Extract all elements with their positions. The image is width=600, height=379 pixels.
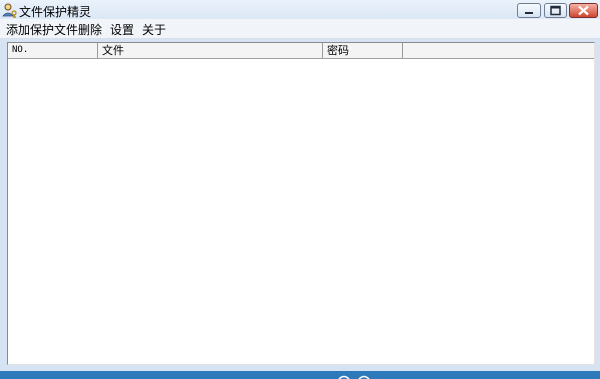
title-bar[interactable]: 文件保护精灵: [0, 0, 600, 20]
close-icon: [578, 5, 589, 16]
menu-bar: 添加保护文件 删除 设置 关于: [0, 19, 600, 39]
protected-files-list[interactable]: NO. 文件 密码: [7, 42, 595, 365]
minimize-icon: [525, 12, 533, 14]
column-header-file[interactable]: 文件: [98, 43, 323, 58]
minimize-button[interactable]: [517, 3, 541, 18]
app-window: 文件保护精灵 添加保护文件 删除 设置 关于 NO. 文件 密码: [0, 0, 600, 379]
close-button[interactable]: [569, 3, 598, 18]
taskbar-marks-icon: [338, 375, 370, 379]
window-title: 文件保护精灵: [19, 5, 92, 19]
maximize-button[interactable]: [544, 3, 567, 18]
menu-settings[interactable]: 设置: [110, 21, 134, 38]
person-with-key-icon: [2, 2, 18, 18]
taskbar-strip: [0, 371, 600, 379]
maximize-icon: [550, 5, 561, 16]
list-header: NO. 文件 密码: [8, 43, 594, 59]
menu-about[interactable]: 关于: [142, 21, 166, 38]
menu-delete[interactable]: 删除: [78, 21, 102, 38]
column-header-password[interactable]: 密码: [323, 43, 403, 58]
menu-add-protected-file[interactable]: 添加保护文件: [6, 21, 78, 38]
column-header-no[interactable]: NO.: [8, 43, 98, 58]
